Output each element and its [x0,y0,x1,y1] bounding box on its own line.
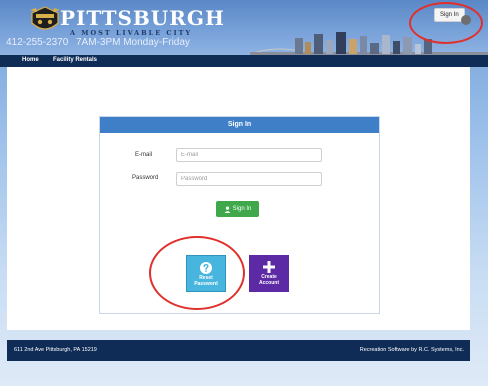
phone-number: 412-255-2370 [6,37,69,48]
main-navbar: Home Facility Rentals [0,55,488,67]
signin-button[interactable]: Sign In [216,201,259,217]
logo-title[interactable]: PITTSBURGH [60,6,225,30]
office-hours: 7AM-3PM Monday-Friday [76,37,190,48]
plus-icon [263,261,275,273]
password-field[interactable] [176,172,322,186]
site-footer: 611 2nd Ave Pittsburgh, PA 15219 Recreat… [7,340,470,361]
site-header: PITTSBURGH A MOST LIVABLE CITY 412-255-2… [0,0,488,56]
footer-address: 611 2nd Ave Pittsburgh, PA 15219 [14,347,97,353]
city-seal-icon [30,6,60,30]
signin-card-title: Sign In [100,117,379,133]
email-field[interactable] [176,148,322,162]
logo-subtitle: A MOST LIVABLE CITY [70,29,193,37]
email-label: E-mail [135,152,153,158]
create-tile-line2: Account [259,280,279,286]
password-label: Password [132,175,159,181]
annotation-circle-reset [149,236,245,310]
nav-home[interactable]: Home [22,57,39,63]
footer-credit[interactable]: Recreation Software by R.C. Systems, Inc… [360,347,464,353]
nav-facility-rentals[interactable]: Facility Rentals [53,57,97,63]
user-icon [224,205,231,213]
annotation-circle-signin [409,2,483,44]
create-account-tile[interactable]: Create Account [249,255,289,292]
signin-button-label: Sign In [232,206,252,212]
